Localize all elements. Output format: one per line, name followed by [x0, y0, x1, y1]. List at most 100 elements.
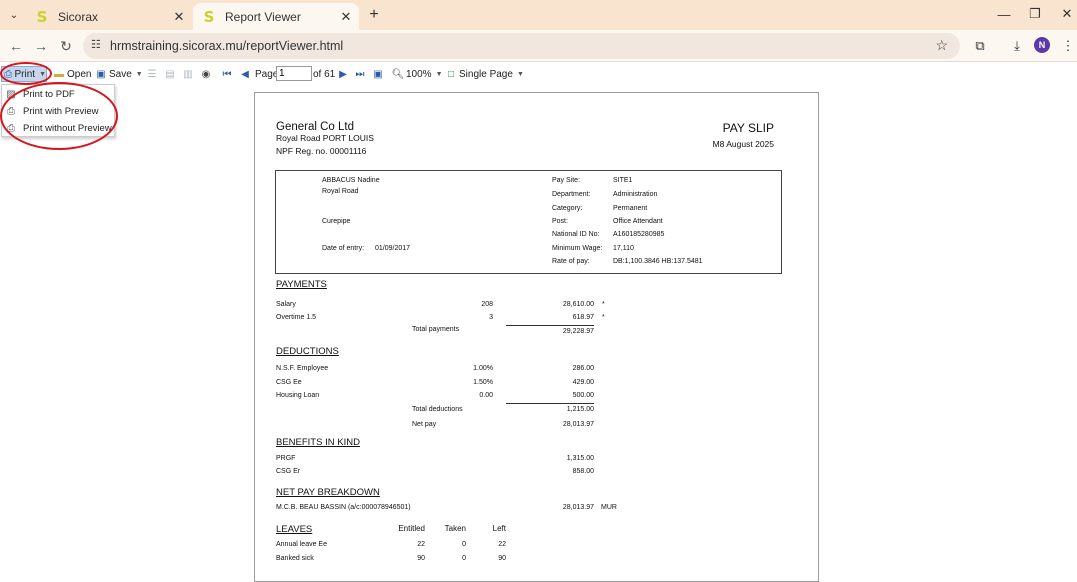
leaves-col-entitled: Entitled: [398, 524, 425, 533]
parameters-button[interactable]: ▥: [182, 66, 194, 82]
close-icon[interactable]: ✕: [170, 8, 188, 26]
leave-taken: 0: [462, 555, 466, 562]
benefit-label: PRGF: [276, 455, 296, 462]
tab-search-chevron-icon[interactable]: ⌄: [4, 5, 24, 25]
bookmarks-icon: ▤: [165, 68, 175, 80]
leave-label: Annual leave Ee: [276, 541, 327, 548]
print-dropdown-menu: ▨ Print to PDF ⎙ Print with Preview ⎙ Pr…: [1, 84, 115, 137]
url-omnibox[interactable]: ☷ hrmstraining.sicorax.mu/reportViewer.h…: [83, 33, 960, 59]
sicorax-favicon-icon: S: [36, 7, 48, 26]
folder-icon: ▬: [54, 68, 64, 80]
employee-address-2: Curepipe: [322, 218, 351, 225]
payment-qty: 208: [481, 301, 493, 308]
view-mode-label: Single Page: [459, 68, 513, 80]
last-page-button[interactable]: ⏭: [354, 66, 366, 82]
save-button-label: Save: [109, 68, 132, 80]
close-icon[interactable]: ✕: [337, 8, 355, 26]
bookmark-star-icon[interactable]: ☆: [935, 37, 948, 54]
chevron-down-icon: ▼: [39, 70, 46, 78]
bookmarks-button[interactable]: ▤: [164, 66, 176, 82]
page-label: Page: [255, 69, 279, 80]
field-label: National ID No:: [552, 231, 600, 238]
email-icon: ☰: [147, 68, 157, 80]
forward-arrow-icon[interactable]: →: [31, 36, 51, 56]
menu-item-print-without-preview[interactable]: ⎙ Print without Preview: [2, 120, 114, 137]
entry-date-label: Date of entry:: [322, 245, 365, 252]
payslip-report-page: General Co Ltd Royal Road PORT LOUIS NPF…: [254, 92, 819, 582]
print-button[interactable]: ⎙ Print ▼: [1, 66, 47, 82]
leave-taken: 0: [462, 541, 466, 548]
deduction-rate: 1.50%: [473, 379, 493, 386]
save-button[interactable]: ▣ Save ▼: [95, 66, 142, 82]
site-info-icon[interactable]: ☷: [91, 38, 101, 51]
magnifier-icon: 🔍︎: [391, 68, 405, 80]
window-close-icon[interactable]: ✕: [1052, 3, 1077, 25]
payment-amount: 28,610.00: [562, 301, 594, 308]
print-button-label: Print: [14, 68, 36, 80]
field-value: SITE1: [613, 177, 633, 184]
new-tab-plus-icon[interactable]: +: [364, 5, 384, 25]
leaves-col-left: Left: [492, 524, 506, 533]
pay-period: M8 August 2025: [712, 139, 774, 149]
tab-title: Report Viewer: [225, 9, 301, 24]
leaves-heading: LEAVES: [276, 524, 313, 535]
restore-icon[interactable]: ❐: [1020, 3, 1050, 25]
employee-name: ABBACUS Nadine: [322, 177, 380, 184]
binoculars-icon: ◉: [201, 68, 211, 80]
menu-item-print-with-preview[interactable]: ⎙ Print with Preview: [2, 103, 114, 120]
find-button[interactable]: ◉: [200, 66, 212, 82]
company-address: Royal Road PORT LOUIS: [276, 133, 374, 143]
benefit-amount: 858.00: [572, 468, 594, 475]
report-viewer-toolbar: ⎙ Print ▼ ▬ Open ▣ Save ▼ ☰ ▤ ▥ ◉ ⏮ ◀ Pa…: [0, 63, 1077, 85]
deduction-label: CSG Ee: [276, 379, 302, 386]
send-email-button[interactable]: ☰: [146, 66, 158, 82]
menu-item-label: Print with Preview: [23, 106, 99, 117]
leave-left: 22: [498, 541, 506, 548]
profile-avatar[interactable]: N: [1034, 37, 1050, 53]
extensions-puzzle-icon[interactable]: ⧉: [970, 36, 990, 56]
payment-mark: *: [602, 314, 605, 321]
payment-mark: *: [602, 301, 605, 308]
next-page-button[interactable]: ▶: [337, 66, 349, 82]
field-label: Minimum Wage:: [552, 245, 603, 252]
field-value: A160185280985: [613, 231, 665, 238]
leave-entitled: 90: [417, 555, 425, 562]
full-screen-icon: ▣: [373, 68, 383, 80]
back-arrow-icon[interactable]: ←: [6, 36, 26, 56]
pdf-icon: ▨: [6, 89, 16, 100]
divider: [506, 403, 594, 404]
open-button[interactable]: ▬ Open: [53, 66, 91, 82]
previous-page-button[interactable]: ◀: [239, 66, 251, 82]
first-page-button[interactable]: ⏮: [221, 66, 233, 82]
total-payments-label: Total payments: [412, 326, 460, 333]
benefits-heading: BENEFITS IN KIND: [276, 437, 360, 448]
breakdown-amount: 28,013.97: [562, 504, 594, 511]
parameters-icon: ▥: [183, 68, 193, 80]
chevron-down-icon: ▼: [516, 70, 524, 78]
reload-icon[interactable]: ↻: [56, 36, 76, 56]
field-value: Administration: [613, 191, 658, 198]
deduction-label: Housing Loan: [276, 392, 320, 399]
field-value: Permanent: [613, 205, 648, 212]
page-number-input[interactable]: [276, 66, 312, 81]
tab-report-viewer[interactable]: S Report Viewer ✕: [193, 3, 359, 30]
open-button-label: Open: [67, 68, 92, 80]
minimize-icon[interactable]: —: [989, 3, 1019, 25]
browser-menu-icon[interactable]: ⋮: [1058, 36, 1077, 56]
full-screen-button[interactable]: ▣: [372, 66, 384, 82]
total-deductions-value: 1,215.00: [566, 406, 594, 413]
zoom-button[interactable]: 🔍︎ 100% ▼: [392, 66, 443, 82]
field-value: Office Attendant: [613, 218, 663, 225]
download-icon[interactable]: ⤓: [1007, 36, 1027, 56]
tab-sicorax[interactable]: S Sicorax ✕: [26, 3, 192, 30]
payment-qty: 3: [489, 314, 493, 321]
menu-item-print-to-pdf[interactable]: ▨ Print to PDF: [2, 86, 114, 103]
browser-address-bar: ← → ↻ ☷ hrmstraining.sicorax.mu/reportVi…: [0, 30, 1077, 62]
url-text[interactable]: hrmstraining.sicorax.mu/reportViewer.htm…: [110, 39, 343, 53]
print-preview-icon: ⎙: [7, 106, 15, 117]
net-pay-breakdown-heading: NET PAY BREAKDOWN: [276, 487, 380, 498]
page-title: PAY SLIP: [722, 121, 774, 135]
net-pay-label: Net pay: [412, 421, 437, 428]
view-mode-button[interactable]: □ Single Page ▼: [445, 66, 524, 82]
printer-icon: ⎙: [7, 123, 15, 134]
